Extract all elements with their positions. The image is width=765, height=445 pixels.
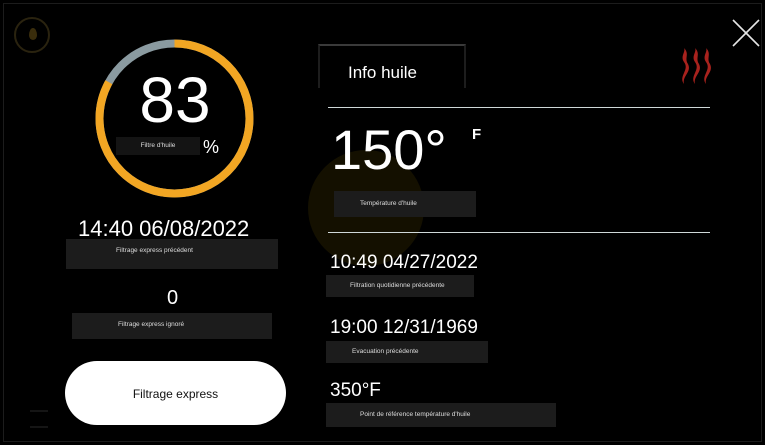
last-express-label: Filtrage express précédent <box>116 247 193 254</box>
skipped-value: 0 <box>167 287 179 309</box>
last-express-label-box: Filtrage express précédent <box>66 239 278 269</box>
evacuation-value: 19:00 12/31/1969 <box>330 317 478 338</box>
express-filter-button-label: Filtrage express <box>132 387 219 401</box>
evacuation-label-box: Evacuation précédente <box>326 341 488 363</box>
gauge-value: 83 <box>139 64 211 136</box>
setpoint-label: Point de référence température d'huile <box>360 411 471 418</box>
temperature-value: 150° <box>331 118 447 181</box>
close-icon[interactable] <box>731 18 761 48</box>
skipped-label: Filtrage express ignoré <box>118 321 185 328</box>
express-filter-button[interactable]: Filtrage express <box>65 361 286 425</box>
setpoint-label-box: Point de référence température d'huile <box>326 403 556 427</box>
gauge-label-box: Filtre d'huile <box>116 137 200 155</box>
panel-title: Info huile <box>348 63 417 82</box>
temperature-label: Température d'huile <box>360 200 417 207</box>
background-list-icon <box>30 410 48 428</box>
daily-filter-value: 10:49 04/27/2022 <box>330 252 478 273</box>
evacuation-label: Evacuation précédente <box>352 348 419 355</box>
temperature-unit: F <box>472 126 482 143</box>
temperature-label-box: Température d'huile <box>334 191 476 217</box>
daily-filter-label-box: Filtration quotidienne précédente <box>326 275 474 297</box>
background-oil-drop-icon <box>14 17 50 53</box>
daily-filter-label: Filtration quotidienne précédente <box>350 282 445 289</box>
gauge-label: Filtre d'huile <box>140 142 176 149</box>
gauge-unit: % <box>203 137 220 157</box>
divider-middle <box>328 232 710 233</box>
divider-top <box>328 107 710 108</box>
setpoint-value: 350°F <box>330 380 381 401</box>
heat-icon <box>682 48 711 84</box>
skipped-label-box: Filtrage express ignoré <box>72 313 272 339</box>
